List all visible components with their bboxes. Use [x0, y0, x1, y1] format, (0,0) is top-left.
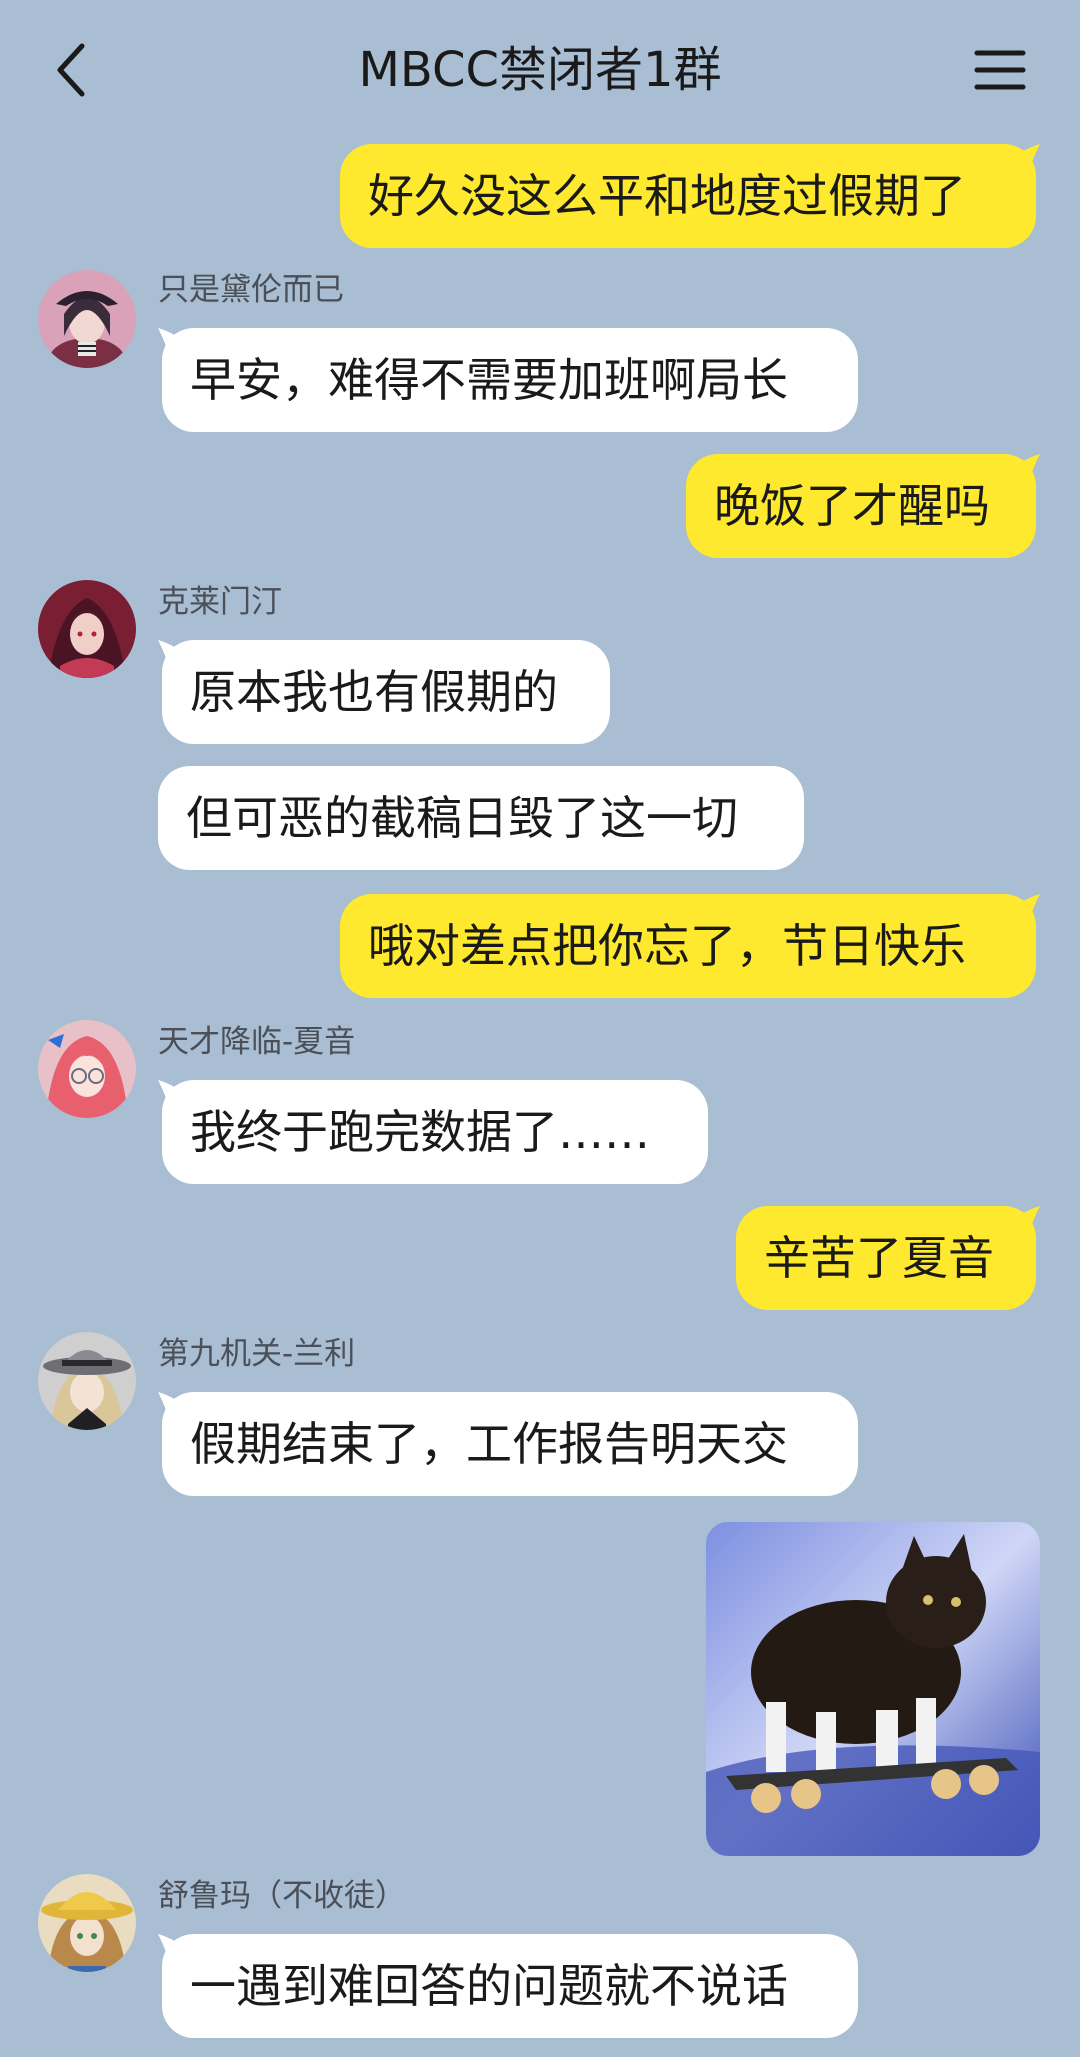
message-text: 原本我也有假期的: [190, 665, 558, 719]
back-button[interactable]: [40, 30, 110, 110]
message-bubble-self[interactable]: 哦对差点把你忘了，节日快乐: [340, 894, 1040, 998]
message-bubble-other[interactable]: 但可恶的截稿日毁了这一切: [158, 766, 804, 870]
menu-button[interactable]: [960, 30, 1040, 110]
message-text: 好久没这么平和地度过假期了: [368, 169, 966, 223]
chat-header: MBCC禁闭者1群: [0, 0, 1080, 140]
bubble-tail: [158, 1934, 198, 1962]
message-text: 辛苦了夏音: [764, 1231, 994, 1285]
sender-name: 克莱门汀: [158, 584, 282, 620]
message-text: 我终于跑完数据了……: [190, 1105, 650, 1159]
message-text: 哦对差点把你忘了，节日快乐: [368, 919, 966, 973]
hamburger-menu-icon: [974, 50, 1026, 90]
image-message-cat-skateboard[interactable]: [706, 1522, 1040, 1856]
bubble-tail: [1000, 454, 1040, 482]
chat-title: MBCC禁闭者1群: [358, 42, 722, 98]
message-bubble-other[interactable]: 一遇到难回答的问题就不说话: [158, 1934, 858, 2038]
bubble-tail: [158, 1392, 198, 1420]
message-text: 但可恶的截稿日毁了这一切: [186, 791, 738, 845]
message-text: 晚饭了才醒吗: [714, 479, 990, 533]
cat-on-skateboard-sticker: [706, 1522, 1040, 1856]
bubble-tail: [1000, 894, 1040, 922]
message-bubble-other[interactable]: 原本我也有假期的: [158, 640, 610, 744]
message-bubble-other[interactable]: 早安，难得不需要加班啊局长: [158, 328, 858, 432]
avatar-clementine[interactable]: [38, 580, 136, 678]
message-bubble-self[interactable]: 晚饭了才醒吗: [686, 454, 1040, 558]
avatar-xiayin[interactable]: [38, 1020, 136, 1118]
message-bubble-other[interactable]: 我终于跑完数据了……: [158, 1080, 708, 1184]
message-text: 假期结束了，工作报告明天交: [190, 1417, 788, 1471]
chevron-left-icon: [57, 43, 85, 97]
message-bubble-other[interactable]: 假期结束了，工作报告明天交: [158, 1392, 858, 1496]
bubble-tail: [1000, 1206, 1040, 1234]
message-text: 一遇到难回答的问题就不说话: [190, 1959, 788, 2013]
sender-name: 第九机关-兰利: [158, 1336, 356, 1372]
avatar-langley[interactable]: [38, 1332, 136, 1430]
message-bubble-self[interactable]: 好久没这么平和地度过假期了: [340, 144, 1040, 248]
bubble-tail: [1000, 144, 1040, 172]
sender-name: 舒鲁玛（不收徒）: [158, 1878, 406, 1914]
bubble-tail: [158, 1080, 198, 1108]
sender-name: 天才降临-夏音: [158, 1024, 356, 1060]
sender-name: 只是黛伦而已: [158, 272, 344, 308]
bubble-tail: [158, 640, 198, 668]
message-text: 早安，难得不需要加班啊局长: [190, 353, 788, 407]
avatar-dailun[interactable]: [38, 270, 136, 368]
message-bubble-self[interactable]: 辛苦了夏音: [736, 1206, 1040, 1310]
avatar-shuluma[interactable]: [38, 1874, 136, 1972]
bubble-tail: [158, 328, 198, 356]
